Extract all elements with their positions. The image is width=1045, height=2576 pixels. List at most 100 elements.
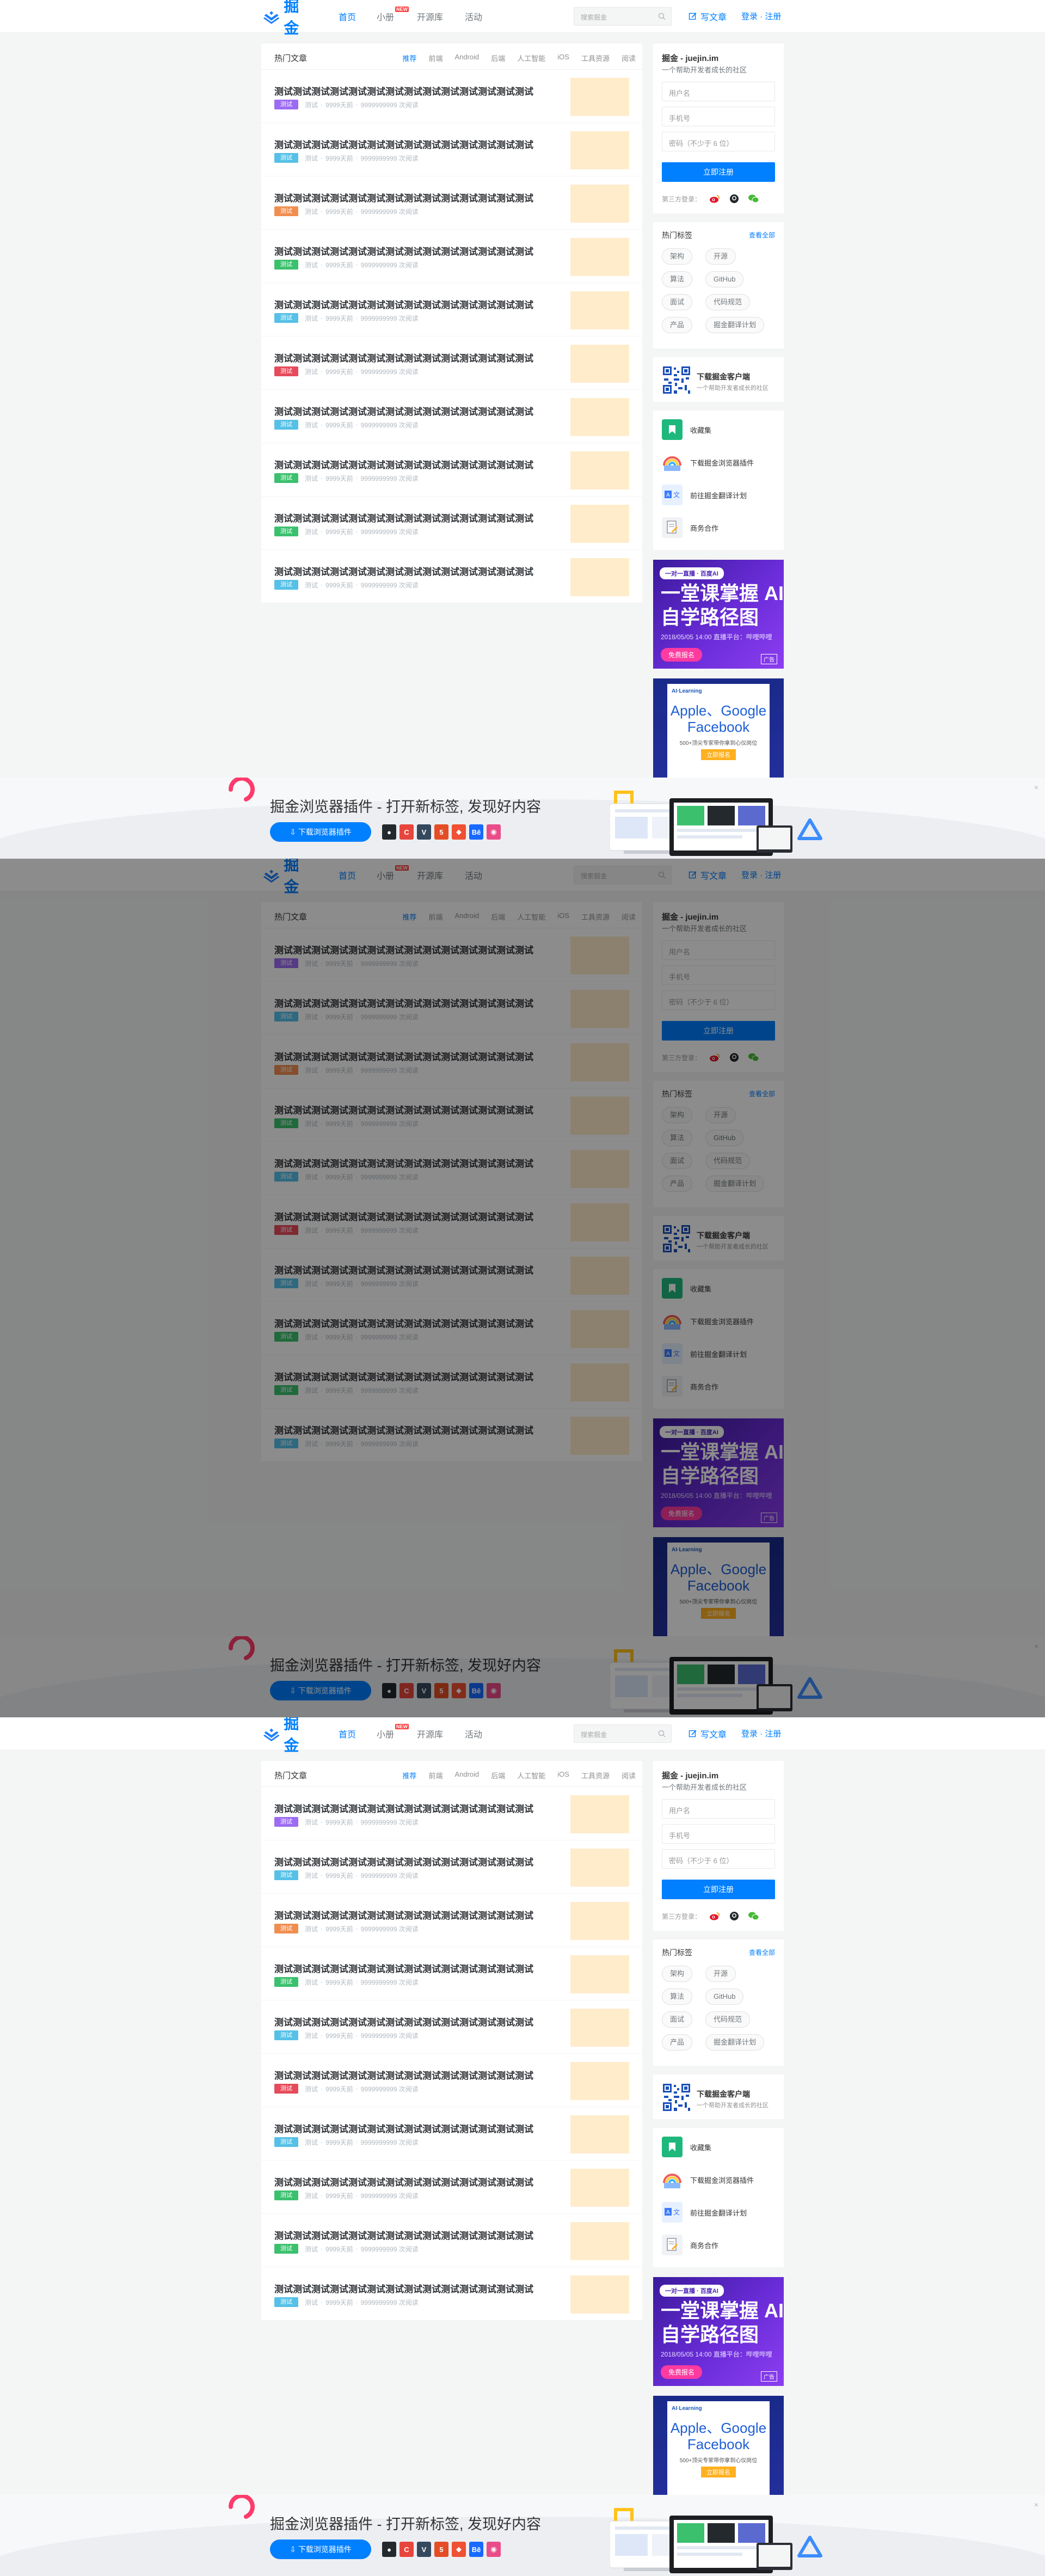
article-title[interactable]: 测试测试测试测试测试测试测试测试测试测试测试测试测试测试 (274, 1801, 552, 1815)
article-tag[interactable]: 测试 (274, 473, 298, 483)
article-row[interactable]: 测试测试测试测试测试测试测试测试测试测试测试测试测试测试 测试 测试 · 9999天前 ·… (261, 1840, 642, 1894)
tag-pill[interactable]: 代码规范 (705, 2011, 751, 2028)
tab-category[interactable]: 阅读 (622, 53, 636, 63)
article-author[interactable]: 测试 (305, 527, 318, 536)
tab-category[interactable]: 后端 (491, 1770, 505, 1780)
article-author[interactable]: 测试 (305, 2084, 318, 2094)
article-tag[interactable]: 测试 (274, 313, 298, 323)
article-title[interactable]: 测试测试测试测试测试测试测试测试测试测试测试测试测试测试 (274, 404, 552, 418)
article-title[interactable]: 测试测试测试测试测试测试测试测试测试测试测试测试测试测试 (274, 137, 552, 151)
tab-category[interactable]: 后端 (491, 53, 505, 63)
article-thumbnail[interactable] (570, 558, 629, 596)
tag-pill[interactable]: 面试 (662, 294, 693, 310)
tag-pill[interactable]: 算法 (662, 1988, 693, 2005)
article-thumbnail[interactable] (570, 345, 629, 383)
article-tag[interactable]: 测试 (274, 420, 298, 430)
article-title[interactable]: 测试测试测试测试测试测试测试测试测试测试测试测试测试测试 (274, 297, 552, 311)
weibo-icon[interactable] (709, 193, 721, 205)
tab-category[interactable]: 前端 (428, 53, 442, 63)
article-title[interactable]: 测试测试测试测试测试测试测试测试测试测试测试测试测试测试 (274, 2228, 552, 2242)
article-row[interactable]: 测试测试测试测试测试测试测试测试测试测试测试测试测试测试 测试 测试 · 9999天前 ·… (261, 390, 642, 443)
ad-signup-button[interactable]: 免费报名 (661, 2365, 703, 2379)
tag-pill[interactable]: GitHub (705, 271, 744, 287)
article-title[interactable]: 测试测试测试测试测试测试测试测试测试测试测试测试测试测试 (274, 84, 552, 97)
tab-category[interactable]: Android (454, 53, 479, 63)
search-icon[interactable] (658, 1730, 666, 1737)
article-tag[interactable]: 测试 (274, 1817, 298, 1827)
tab-category[interactable]: iOS (557, 1770, 569, 1780)
article-tag[interactable]: 测试 (274, 100, 298, 109)
download-app-card[interactable]: 下载掘金客户端 一个帮助开发者成长的社区 (653, 357, 784, 402)
article-author[interactable]: 测试 (305, 1871, 318, 1880)
weibo-icon[interactable] (709, 1910, 721, 1922)
article-author[interactable]: 测试 (305, 474, 318, 483)
article-author[interactable]: 测试 (305, 2298, 318, 2307)
article-row[interactable]: 测试测试测试测试测试测试测试测试测试测试测试测试测试测试 测试 测试 · 9999天前 ·… (261, 443, 642, 497)
article-thumbnail[interactable] (570, 185, 629, 223)
link-extension[interactable]: 下载掘金浏览器插件 (662, 2169, 754, 2190)
article-tag[interactable]: 测试 (274, 1870, 298, 1880)
nav-events[interactable]: 活动 (465, 10, 482, 23)
article-author[interactable]: 测试 (305, 100, 318, 109)
article-title[interactable]: 测试测试测试测试测试测试测试测试测试测试测试测试测试测试 (274, 2121, 552, 2135)
nav-repos[interactable]: 开源库 (417, 1727, 443, 1740)
tag-pill[interactable]: GitHub (705, 1988, 744, 2005)
link-business[interactable]: 商务合作 (662, 517, 718, 538)
article-tag[interactable]: 测试 (274, 527, 298, 536)
username-field[interactable]: 用户名 (662, 82, 775, 101)
article-tag[interactable]: 测试 (274, 366, 298, 376)
phone-field[interactable]: 手机号 (662, 107, 775, 126)
nav-home[interactable]: 首页 (339, 1727, 356, 1740)
article-author[interactable]: 测试 (305, 2191, 318, 2200)
article-author[interactable]: 测试 (305, 207, 318, 216)
article-author[interactable]: 测试 (305, 580, 318, 590)
search-icon[interactable] (658, 13, 666, 20)
nav-booklets[interactable]: 小册 NEW (377, 1724, 409, 1740)
ad-signup-button[interactable]: 免费报名 (661, 648, 703, 662)
article-row[interactable]: 测试测试测试测试测试测试测试测试测试测试测试测试测试测试 测试 测试 · 9999天前 ·… (261, 2107, 642, 2161)
view-all-tags-link[interactable]: 查看全部 (749, 1948, 775, 1957)
tab-category[interactable]: 人工智能 (517, 53, 545, 63)
tag-pill[interactable]: 掘金翻译计划 (705, 2034, 765, 2051)
article-thumbnail[interactable] (570, 505, 629, 543)
article-thumbnail[interactable] (570, 1849, 629, 1887)
ad-signup-button[interactable]: 立即报名 (701, 2467, 736, 2477)
article-thumbnail[interactable] (570, 2009, 629, 2047)
logo[interactable]: 掘金 (262, 1717, 312, 1754)
article-title[interactable]: 测试测试测试测试测试测试测试测试测试测试测试测试测试测试 (274, 2281, 552, 2295)
article-thumbnail[interactable] (570, 1902, 629, 1940)
tab-category[interactable]: 阅读 (622, 1770, 636, 1780)
article-thumbnail[interactable] (570, 78, 629, 116)
article-title[interactable]: 测试测试测试测试测试测试测试测试测试测试测试测试测试测试 (274, 2068, 552, 2082)
register-button[interactable]: 立即注册 (662, 162, 775, 182)
tab-category[interactable]: Android (454, 1770, 479, 1780)
article-thumbnail[interactable] (570, 291, 629, 329)
article-author[interactable]: 测试 (305, 154, 318, 163)
article-author[interactable]: 测试 (305, 1924, 318, 1933)
article-row[interactable]: 测试测试测试测试测试测试测试测试测试测试测试测试测试测试 测试 测试 · 9999天前 ·… (261, 497, 642, 550)
article-title[interactable]: 测试测试测试测试测试测试测试测试测试测试测试测试测试测试 (274, 2175, 552, 2188)
article-row[interactable]: 测试测试测试测试测试测试测试测试测试测试测试测试测试测试 测试 测试 · 9999天前 ·… (261, 550, 642, 603)
article-thumbnail[interactable] (570, 238, 629, 276)
article-title[interactable]: 测试测试测试测试测试测试测试测试测试测试测试测试测试测试 (274, 1855, 552, 1868)
article-title[interactable]: 测试测试测试测试测试测试测试测试测试测试测试测试测试测试 (274, 1908, 552, 1922)
article-row[interactable]: 测试测试测试测试测试测试测试测试测试测试测试测试测试测试 测试 测试 · 9999天前 ·… (261, 336, 642, 390)
article-thumbnail[interactable] (570, 131, 629, 169)
search-box[interactable]: 搜索掘金 (574, 1724, 672, 1743)
github-icon[interactable] (728, 1910, 740, 1922)
ad-signup-button[interactable]: 立即报名 (701, 749, 736, 760)
link-extension[interactable]: 下载掘金浏览器插件 (662, 452, 754, 473)
article-row[interactable]: 测试测试测试测试测试测试测试测试测试测试测试测试测试测试 测试 测试 · 9999天前 ·… (261, 2267, 642, 2321)
tab-category[interactable]: 人工智能 (517, 1770, 545, 1780)
article-tag[interactable]: 测试 (274, 2137, 298, 2147)
tab-category[interactable]: 工具资源 (581, 1770, 610, 1780)
nav-booklets[interactable]: 小册 NEW (377, 7, 409, 23)
article-thumbnail[interactable] (570, 2115, 629, 2153)
tag-pill[interactable]: 代码规范 (705, 294, 751, 310)
article-row[interactable]: 测试测试测试测试测试测试测试测试测试测试测试测试测试测试 测试 测试 · 9999天前 ·… (261, 1947, 642, 2000)
article-thumbnail[interactable] (570, 2222, 629, 2260)
article-thumbnail[interactable] (570, 1795, 629, 1833)
password-field[interactable]: 密码（不少于 6 位） (662, 1849, 775, 1869)
article-tag[interactable]: 测试 (274, 580, 298, 590)
ai-course-ad[interactable]: 一对一直播 · 百度AI 一堂课掌握 AI 自学路径图 2018/05/05 1… (653, 560, 784, 669)
